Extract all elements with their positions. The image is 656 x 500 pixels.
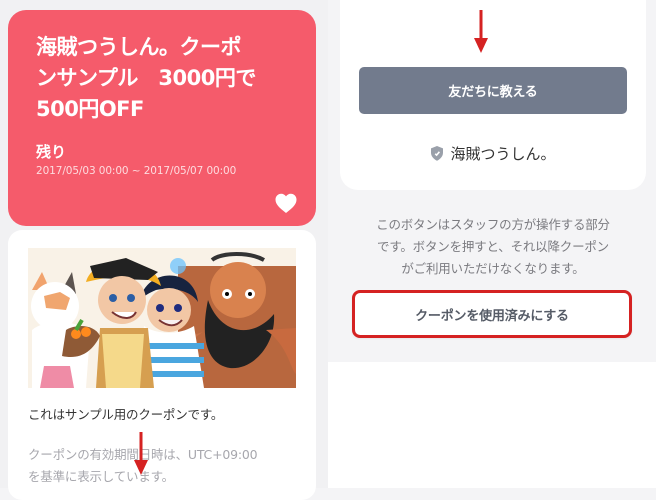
lower-arrow-icon bbox=[134, 432, 148, 475]
coupon-period: 2017/05/03 00:00 ~ 2017/05/07 00:00 bbox=[36, 165, 237, 177]
right-column: 友だちに教える 海賊つうしん。 このボタンはスタッフの方が操作する部分 です。ボ… bbox=[328, 0, 656, 488]
coupon-card[interactable]: 海賊つうしん。クーポ ンサンプル 3000円で 500円OFF 残り 2017/… bbox=[8, 10, 316, 226]
heart-icon[interactable] bbox=[274, 192, 298, 214]
left-column: 海賊つうしん。クーポ ンサンプル 3000円で 500円OFF 残り 2017/… bbox=[0, 0, 328, 500]
coupon-detail-card: これはサンプル用のクーポンです。 クーポンの有効期間日時は、UTC+09:00 … bbox=[8, 230, 316, 500]
coupon-title: 海賊つうしん。クーポ ンサンプル 3000円で 500円OFF bbox=[36, 35, 256, 121]
timezone-note: クーポンの有効期間日時は、UTC+09:00 を基準に表示しています。 bbox=[28, 447, 258, 484]
remaining-label: 残り bbox=[36, 143, 67, 161]
mark-coupon-used-button[interactable]: クーポンを使用済みにする bbox=[352, 290, 632, 338]
shield-icon bbox=[431, 146, 444, 161]
share-with-friends-button[interactable]: 友だちに教える bbox=[359, 67, 627, 114]
brand-row: 海賊つうしん。 bbox=[340, 143, 646, 164]
lower-white-panel bbox=[328, 362, 656, 488]
coupon-description: これはサンプル用のクーポンです。 bbox=[28, 407, 224, 422]
share-panel: 友だちに教える 海賊つうしん。 bbox=[340, 0, 646, 190]
pirate-illustration bbox=[28, 248, 296, 388]
staff-note: このボタンはスタッフの方が操作する部分 です。ボタンを押すと、それ以降クーポン … bbox=[376, 217, 610, 276]
brand-name: 海賊つうしん。 bbox=[450, 145, 556, 163]
upper-arrow-icon bbox=[474, 10, 488, 53]
